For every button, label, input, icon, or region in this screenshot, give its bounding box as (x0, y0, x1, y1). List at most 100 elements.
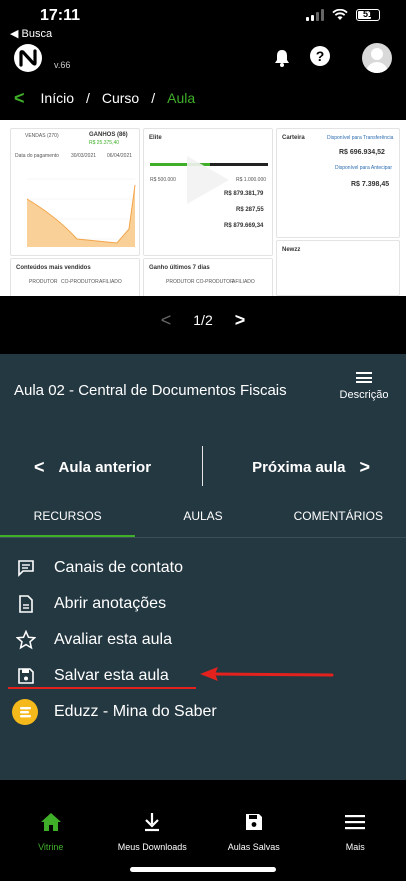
description-label: Descrição (339, 389, 389, 401)
next-lesson-label: Próxima aula (252, 458, 346, 476)
app-header: v.66 ? (0, 40, 406, 80)
nav-mais[interactable]: Mais (305, 800, 406, 881)
save-icon (16, 666, 36, 686)
nav-label: Mais (345, 842, 365, 852)
preview-elite-title: Elite (149, 135, 162, 141)
resource-label: Abrir anotações (54, 595, 167, 612)
chat-icon (16, 558, 36, 578)
preview-afiliado-tab: AFILIADO (232, 279, 255, 285)
avatar[interactable] (362, 43, 392, 73)
breadcrumb-separator: / (151, 90, 156, 106)
status-bar: 17:11 ◀ Busca 51 (0, 0, 406, 44)
lesson-title: Aula 02 - Central de Documentos Fiscais (14, 382, 287, 399)
nav-divider (202, 446, 203, 486)
preview-gains-title: Ganho últimos 7 dias (149, 265, 210, 271)
preview-wallet-title: Carteira (282, 135, 305, 141)
chevron-right-icon: > (359, 456, 370, 477)
hamburger-icon (356, 372, 372, 383)
lesson-panel: Aula 02 - Central de Documentos Fiscais … (0, 354, 406, 780)
resource-open-notes[interactable]: Abrir anotações (0, 586, 406, 622)
preview-elite-amount-2: R$ 1.000.000 (236, 177, 267, 183)
signal-icon (306, 9, 324, 21)
preview-available-value: R$ 696.934,52 (339, 149, 385, 156)
resource-label: Avaliar esta aula (54, 631, 172, 648)
preview-advance-value: R$ 7.398,45 (351, 181, 390, 188)
preview-gains-card: Ganho últimos 7 dias PRODUTOR CO-PRODUTO… (143, 258, 273, 296)
bottom-navigation: Vitrine Meus Downloads Aulas Salvas Mais (0, 800, 406, 881)
preview-area-chart (26, 178, 136, 247)
preview-afiliado-value: R$ 287,55 (236, 207, 264, 213)
resource-rate-lesson[interactable]: Avaliar esta aula (0, 622, 406, 658)
tab-aulas[interactable]: AULAS (135, 496, 270, 537)
save-icon (203, 810, 305, 834)
lesson-tabs: RECURSOS AULAS COMENTÁRIOS (0, 496, 406, 538)
nav-label: Vitrine (38, 842, 64, 852)
nav-label: Aulas Salvas (227, 842, 280, 852)
lesson-navigation: < Aula anterior Próxima aula > (0, 444, 406, 490)
preview-ganhos-tab: GANHOS (86) (89, 132, 128, 138)
home-icon (0, 810, 102, 834)
preview-date-from: 30/03/2021 (71, 153, 97, 159)
preview-produtor-tab: PRODUTOR (29, 279, 58, 285)
preview-elite-amount-1: R$ 500.000 (150, 177, 176, 183)
next-lesson-button[interactable]: Próxima aula > (252, 444, 370, 490)
note-icon (16, 594, 36, 614)
annotation-underline (8, 687, 196, 689)
status-icons: 51 (306, 9, 380, 21)
tab-comentarios[interactable]: COMENTÁRIOS (271, 496, 406, 537)
description-button[interactable]: Descrição (336, 372, 392, 401)
resource-label: Canais de contato (54, 559, 183, 576)
preview-top-content-title: Conteúdos mais vendidos (16, 265, 91, 271)
preview-news-card: Newzz (276, 240, 400, 296)
preview-afiliado-tab: AFILIADO (99, 279, 122, 285)
download-icon (102, 810, 204, 834)
preview-produtor-tab: PRODUTOR (166, 279, 195, 285)
breadcrumb-current: Aula (167, 90, 196, 106)
preview-date-label: Data do pagamento (15, 153, 59, 159)
preview-coprodutor-tab: CO-PRODUTOR (61, 279, 99, 285)
nav-vitrine[interactable]: Vitrine (0, 800, 102, 881)
breadcrumb: < Início / Curso / Aula (14, 88, 195, 108)
preview-wallet-card: Carteira Disponível para Transferência R… (276, 128, 400, 238)
battery-icon: 51 (356, 9, 380, 21)
chevron-left-icon: < (34, 456, 45, 477)
clock: 17:11 (40, 7, 81, 24)
pager-prev-icon[interactable]: < (161, 310, 172, 331)
lesson-video-player[interactable]: VENDAS (270) GANHOS (86) R$ 25.375,40 Da… (0, 120, 406, 296)
breadcrumb-home[interactable]: Início (41, 90, 74, 106)
preview-coprodutor-tab: CO-PRODUTOR (196, 279, 234, 285)
previous-lesson-label: Aula anterior (58, 458, 152, 476)
preview-advance-label: Disponível para Antecipar (335, 165, 392, 171)
pager-page: 1/2 (193, 312, 213, 328)
nav-label: Meus Downloads (117, 842, 187, 852)
app-logo[interactable] (14, 44, 42, 72)
annotation-arrow-icon (200, 667, 334, 681)
preview-available-label: Disponível para Transferência (327, 135, 394, 141)
resource-eduzz-mina[interactable]: Eduzz - Mina do Saber (0, 694, 406, 730)
preview-total-value: R$ 879.669,34 (224, 223, 264, 229)
app-version: v.66 (54, 60, 71, 70)
wifi-icon (332, 9, 348, 20)
back-chevron-icon[interactable]: < (14, 88, 25, 109)
notification-bell-icon[interactable] (272, 48, 292, 68)
resource-label: Salvar esta aula (54, 667, 169, 684)
preview-ganhos-value: R$ 25.375,40 (89, 140, 120, 146)
previous-lesson-button[interactable]: < Aula anterior (34, 444, 151, 490)
resource-label: Eduzz - Mina do Saber (54, 703, 217, 720)
home-indicator (130, 867, 276, 872)
back-to-search-link[interactable]: ◀ Busca (10, 27, 52, 40)
menu-icon (305, 810, 406, 834)
tab-recursos[interactable]: RECURSOS (0, 496, 136, 537)
resources-list: Canais de contato Abrir anotações Avalia… (0, 550, 406, 730)
preview-top-content-card: Conteúdos mais vendidos PRODUTOR CO-PROD… (10, 258, 140, 296)
pager-next-icon[interactable]: > (235, 310, 246, 331)
preview-news-title: Newzz (282, 247, 301, 253)
play-icon[interactable] (181, 154, 231, 206)
help-icon[interactable]: ? (310, 46, 330, 66)
video-pager: < 1/2 > (0, 298, 406, 342)
preview-sales-card: VENDAS (270) GANHOS (86) R$ 25.375,40 Da… (10, 128, 140, 256)
star-icon (16, 630, 36, 650)
preview-date-to: 06/04/2021 (107, 153, 133, 159)
resource-contact-channels[interactable]: Canais de contato (0, 550, 406, 586)
breadcrumb-course[interactable]: Curso (102, 90, 139, 106)
